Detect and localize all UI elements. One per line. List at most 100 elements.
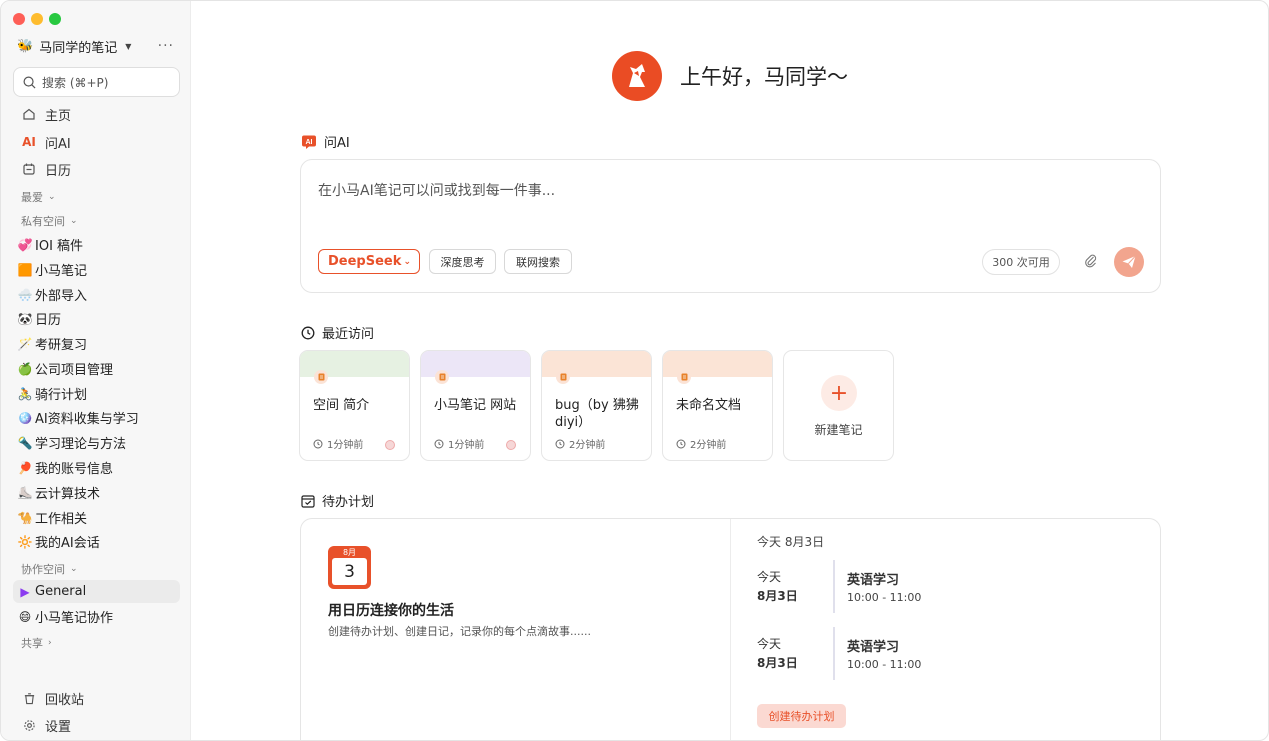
app-window: 🐝 马同学的笔记 ▼ ··· 搜索 (⌘+P) 主页 AI 问AI 日历 最爱	[0, 0, 1269, 741]
recent-card[interactable]: 未命名文档 2分钟前	[662, 350, 773, 461]
sidebar-item-learning-theory[interactable]: 🔦 学习理论与方法	[13, 431, 180, 454]
calendar-month: 8月	[342, 548, 357, 557]
recent-card[interactable]: 空间 简介 1分钟前	[299, 350, 410, 461]
workspace-switcher[interactable]: 🐝 马同学的笔记 ▼ ···	[17, 36, 174, 56]
card-title: 空间 简介	[313, 398, 370, 413]
avatar	[506, 440, 516, 450]
attachment-icon[interactable]	[1084, 253, 1098, 273]
chevron-down-icon: ⌄	[403, 256, 411, 267]
section-collab-label: 协作空间	[21, 563, 65, 576]
sidebar-item-project-mgmt[interactable]: 🍏 公司项目管理	[13, 357, 180, 380]
ai-chat-icon: AI	[301, 134, 317, 150]
nav-settings[interactable]: 设置	[13, 712, 180, 738]
nav-home[interactable]: 主页	[13, 101, 180, 127]
card-title: 小马笔记 网站	[434, 398, 517, 413]
sidebar-item-cloud[interactable]: ⛸️ 云计算技术	[13, 481, 180, 504]
card-time-label: 1分钟前	[448, 440, 485, 451]
event-divider	[833, 560, 835, 613]
window-controls	[13, 13, 61, 25]
nav-ask-ai-label: 问AI	[45, 136, 71, 152]
ask-ai-box[interactable]: 在小马AI笔记可以问或找到每一件事... DeepSeek ⌄ 深度思考 联网搜…	[300, 159, 1161, 293]
sidebar-item-ai-chats[interactable]: 🔆 我的AI会话	[13, 530, 180, 553]
item-label: 工作相关	[35, 512, 88, 527]
sidebar-item-ioi[interactable]: 💞 IOI 稿件	[13, 233, 180, 256]
create-plan-button[interactable]: 创建待办计划	[757, 704, 846, 728]
sidebar-item-xiaoma-notes[interactable]: 🟧 小马笔记	[13, 258, 180, 281]
chevron-down-icon: ⌄	[70, 564, 78, 574]
section-shared-label: 共享	[21, 637, 43, 650]
todo-section-title: 待办计划	[301, 491, 374, 510]
sidebar-item-import[interactable]: 🌨️ 外部导入	[13, 283, 180, 306]
gear-icon	[21, 717, 37, 733]
item-label: AI资料收集与学习	[35, 412, 139, 427]
sidebar-item-collab-notes[interactable]: 😄 小马笔记协作	[13, 605, 180, 628]
event-day: 今天	[757, 637, 782, 651]
maximize-window-button[interactable]	[49, 13, 61, 25]
model-select[interactable]: DeepSeek ⌄	[318, 249, 420, 274]
minimize-window-button[interactable]	[31, 13, 43, 25]
chevron-right-icon: ›	[48, 638, 52, 648]
workspace-emoji: 🐝	[17, 38, 34, 54]
item-label: 云计算技术	[35, 487, 101, 502]
sidebar-item-exam-review[interactable]: 🪄 考研复习	[13, 332, 180, 355]
close-window-button[interactable]	[13, 13, 25, 25]
svg-text:AI: AI	[306, 139, 313, 146]
search-icon	[23, 76, 36, 88]
ask-ai-title: 问AI	[324, 136, 350, 151]
agenda-event[interactable]: 今天 8月3日 英语学习 10:00 - 11:00	[757, 627, 1137, 683]
section-collab[interactable]: 协作空间 ⌄	[21, 561, 78, 577]
sidebar-item-general[interactable]: ▶ General	[13, 580, 180, 603]
nav-ask-ai[interactable]: AI 问AI	[13, 129, 180, 155]
web-search-toggle[interactable]: 联网搜索	[504, 249, 572, 274]
greeting: 上午好，马同学～	[612, 51, 848, 101]
item-emoji: ▶	[20, 584, 30, 599]
todo-heading: 用日历连接你的生活	[328, 603, 454, 619]
item-emoji: 🔆	[17, 534, 33, 549]
calendar-date-icon: 8月 3	[328, 546, 371, 589]
greeting-text: 上午好，马同学～	[680, 65, 848, 89]
nav-calendar[interactable]: 日历	[13, 156, 180, 182]
sidebar-item-work[interactable]: 🐪 工作相关	[13, 506, 180, 529]
ask-input[interactable]: 在小马AI笔记可以问或找到每一件事...	[318, 180, 555, 200]
section-favorites[interactable]: 最爱 ⌄	[21, 189, 56, 205]
sidebar-item-cycling[interactable]: 🚴 骑行计划	[13, 382, 180, 405]
item-emoji: 🐼	[17, 311, 33, 326]
item-emoji: 🏓	[17, 460, 33, 475]
more-options-icon[interactable]: ···	[158, 38, 174, 54]
send-button[interactable]	[1114, 247, 1144, 277]
nav-trash-label: 回收站	[45, 692, 85, 708]
plus-icon: +	[821, 375, 857, 411]
item-label: General	[35, 584, 87, 599]
recent-title: 最近访问	[322, 327, 375, 342]
agenda-event[interactable]: 今天 8月3日 英语学习 10:00 - 11:00	[757, 560, 1137, 616]
nav-trash[interactable]: 回收站	[13, 685, 180, 711]
sidebar-item-ai-collect[interactable]: 🪩 AI资料收集与学习	[13, 406, 180, 429]
avatar	[385, 440, 395, 450]
today-agenda: 今天 8月3日 今天 8月3日 英语学习 10:00 - 11:00 今天 8月…	[731, 519, 1160, 740]
new-note-button[interactable]: + 新建笔记	[783, 350, 894, 461]
item-label: 日历	[35, 313, 62, 328]
new-note-label: 新建笔记	[814, 423, 863, 437]
sidebar-item-calendar[interactable]: 🐼 日历	[13, 307, 180, 330]
event-time: 10:00 - 11:00	[847, 591, 922, 604]
chevron-down-icon: ⌄	[48, 192, 56, 202]
calendar-day: 3	[332, 558, 367, 585]
section-private[interactable]: 私有空间 ⌄	[21, 213, 78, 229]
workspace-name: 马同学的笔记	[39, 40, 118, 56]
sidebar-item-account-info[interactable]: 🏓 我的账号信息	[13, 456, 180, 479]
item-emoji: 🌨️	[17, 287, 33, 302]
section-shared[interactable]: 共享 ›	[21, 635, 52, 651]
card-time: 1分钟前	[434, 436, 484, 451]
deep-think-toggle[interactable]: 深度思考	[429, 249, 496, 274]
search-input[interactable]: 搜索 (⌘+P)	[13, 67, 180, 97]
recent-card[interactable]: 小马笔记 网站 1分钟前	[420, 350, 531, 461]
event-time: 10:00 - 11:00	[847, 658, 922, 671]
recent-card[interactable]: bug（by 狒狒 diyi） 2分钟前	[541, 350, 652, 461]
calendar-icon	[21, 161, 37, 177]
recent-section-title: 最近访问	[301, 323, 374, 342]
item-emoji: 🔦	[17, 435, 33, 450]
item-emoji: 🟧	[17, 262, 33, 277]
document-icon	[314, 370, 328, 384]
todo-promo: 8月 3 用日历连接你的生活 创建待办计划、创建日记，记录你的每个点滴故事...…	[301, 519, 731, 740]
event-title: 英语学习	[847, 573, 900, 588]
